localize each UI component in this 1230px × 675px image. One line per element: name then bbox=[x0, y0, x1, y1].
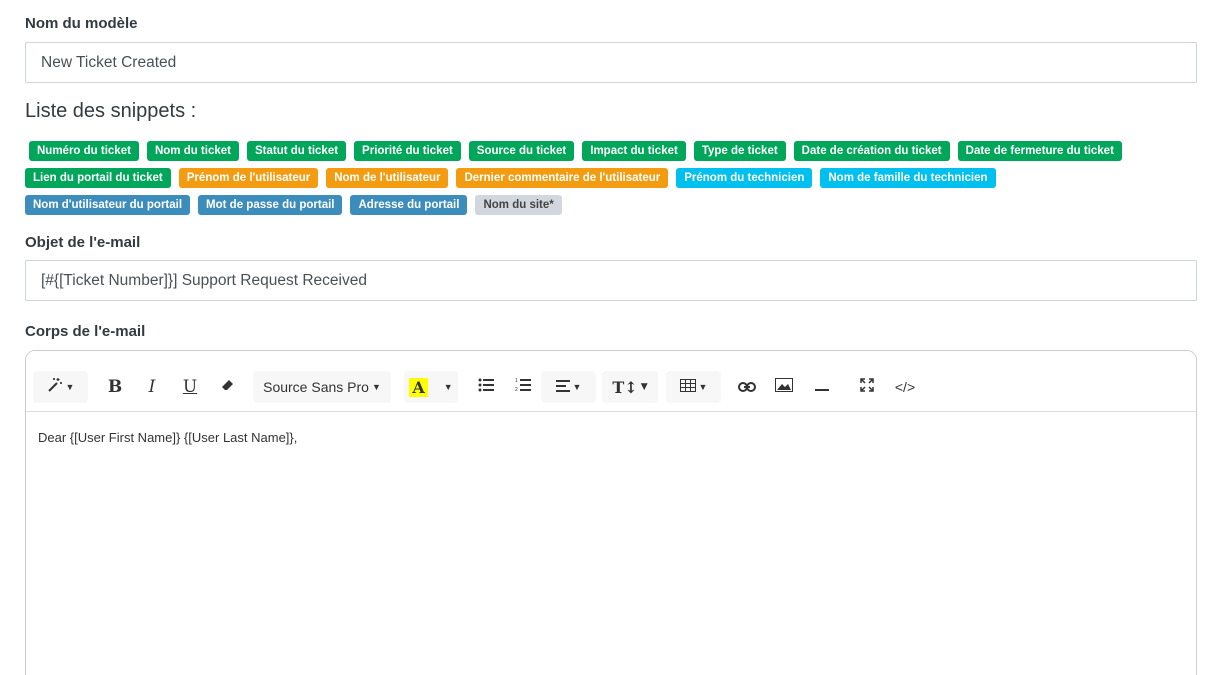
unordered-list-icon bbox=[478, 378, 494, 396]
fullscreen-button[interactable] bbox=[854, 371, 880, 403]
table-dropdown[interactable]: ▼ bbox=[666, 371, 721, 403]
underline-icon: U bbox=[182, 377, 198, 397]
font-family-dropdown[interactable]: Source Sans Pro ▼ bbox=[253, 371, 391, 403]
snippet-badge[interactable]: Priorité du ticket bbox=[354, 141, 461, 161]
ordered-list-icon: 12 bbox=[515, 378, 531, 396]
svg-text:2: 2 bbox=[515, 387, 518, 392]
ordered-list-button[interactable]: 12 bbox=[510, 371, 536, 403]
magic-icon bbox=[47, 377, 63, 397]
align-dropdown[interactable]: ▼ bbox=[541, 371, 596, 403]
snippet-badge[interactable]: Type de ticket bbox=[693, 141, 786, 161]
italic-icon: I bbox=[148, 377, 156, 397]
snippet-row-3: Nom d'utilisateur du portail Mot de pass… bbox=[25, 195, 1205, 215]
link-button[interactable] bbox=[734, 371, 760, 403]
snippet-badge[interactable]: Impact du ticket bbox=[582, 141, 686, 161]
italic-button[interactable]: I bbox=[139, 371, 165, 403]
template-name-input[interactable]: New Ticket Created bbox=[25, 42, 1197, 83]
horizontal-rule-button[interactable] bbox=[809, 371, 835, 403]
email-body-editor: ▼ B I U Source Sans Pro ▼ A ▼ 12 ▼ T↕ ▼ ▼ bbox=[25, 350, 1197, 675]
bold-button[interactable]: B bbox=[102, 371, 128, 403]
snippet-badge[interactable]: Prénom de l'utilisateur bbox=[178, 168, 319, 188]
code-view-icon: </> bbox=[894, 379, 916, 395]
eraser-icon bbox=[221, 378, 235, 396]
snippet-badge[interactable]: Mot de passe du portail bbox=[198, 195, 343, 215]
bold-icon: B bbox=[107, 377, 123, 397]
unordered-list-button[interactable] bbox=[473, 371, 499, 403]
snippets-title: Liste des snippets : bbox=[25, 100, 197, 122]
snippet-badge[interactable]: Date de fermeture du ticket bbox=[957, 141, 1122, 161]
horizontal-rule-icon bbox=[815, 379, 829, 396]
snippet-badge[interactable]: Nom du site* bbox=[475, 195, 562, 215]
image-button[interactable] bbox=[771, 371, 797, 403]
template-name-label: Nom du modèle bbox=[25, 15, 138, 32]
snippet-badge[interactable]: Nom du ticket bbox=[146, 141, 239, 161]
image-icon bbox=[775, 378, 793, 396]
snippet-badge[interactable]: Lien du portail du ticket bbox=[25, 168, 171, 188]
snippet-badge[interactable]: Prénom du technicien bbox=[676, 168, 813, 188]
editor-content[interactable]: Dear {[User First Name]} {[User Last Nam… bbox=[26, 412, 1196, 463]
align-icon bbox=[555, 379, 570, 396]
email-subject-input[interactable]: [#{[Ticket Number]}] Support Request Rec… bbox=[25, 260, 1197, 301]
email-subject-label: Objet de l'e-mail bbox=[25, 234, 141, 251]
email-body-text: Dear {[User First Name]} {[User Last Nam… bbox=[38, 430, 298, 445]
snippet-badge[interactable]: Source du ticket bbox=[468, 141, 575, 161]
snippet-badge[interactable]: Nom de l'utilisateur bbox=[326, 168, 449, 188]
snippet-badge[interactable]: Adresse du portail bbox=[350, 195, 468, 215]
snippet-badge[interactable]: Nom d'utilisateur du portail bbox=[25, 195, 191, 215]
table-icon bbox=[679, 378, 696, 396]
font-color-icon: A bbox=[409, 377, 428, 397]
snippet-badge[interactable]: Date de création du ticket bbox=[793, 141, 950, 161]
link-icon bbox=[738, 379, 756, 396]
text-height-icon: T↕ bbox=[612, 377, 638, 397]
font-color-button[interactable]: A ▼ bbox=[404, 371, 458, 403]
eraser-button[interactable] bbox=[215, 371, 241, 403]
magic-style-button[interactable]: ▼ bbox=[33, 371, 88, 403]
snippet-row-2: Lien du portail du ticket Prénom de l'ut… bbox=[25, 168, 1205, 188]
chevron-down-icon: ▼ bbox=[443, 382, 453, 392]
text-height-dropdown[interactable]: T↕ ▼ bbox=[602, 371, 658, 403]
snippet-badge[interactable]: Statut du ticket bbox=[246, 141, 347, 161]
fullscreen-icon bbox=[860, 378, 874, 396]
font-family-value: Source Sans Pro bbox=[263, 379, 369, 395]
code-view-button[interactable]: </> bbox=[890, 371, 920, 403]
editor-toolbar: ▼ B I U Source Sans Pro ▼ A ▼ 12 ▼ T↕ ▼ ▼ bbox=[26, 351, 1196, 412]
snippets-list: Numéro du ticket Nom du ticket Statut du… bbox=[25, 141, 1205, 222]
email-body-label: Corps de l'e-mail bbox=[25, 323, 146, 340]
snippet-badge[interactable]: Numéro du ticket bbox=[29, 141, 139, 161]
snippet-row-1: Numéro du ticket Nom du ticket Statut du… bbox=[25, 141, 1205, 161]
underline-button[interactable]: U bbox=[177, 371, 203, 403]
snippet-badge[interactable]: Dernier commentaire de l'utilisateur bbox=[456, 168, 669, 188]
snippet-badge[interactable]: Nom de famille du technicien bbox=[820, 168, 996, 188]
svg-text:1: 1 bbox=[515, 378, 518, 384]
